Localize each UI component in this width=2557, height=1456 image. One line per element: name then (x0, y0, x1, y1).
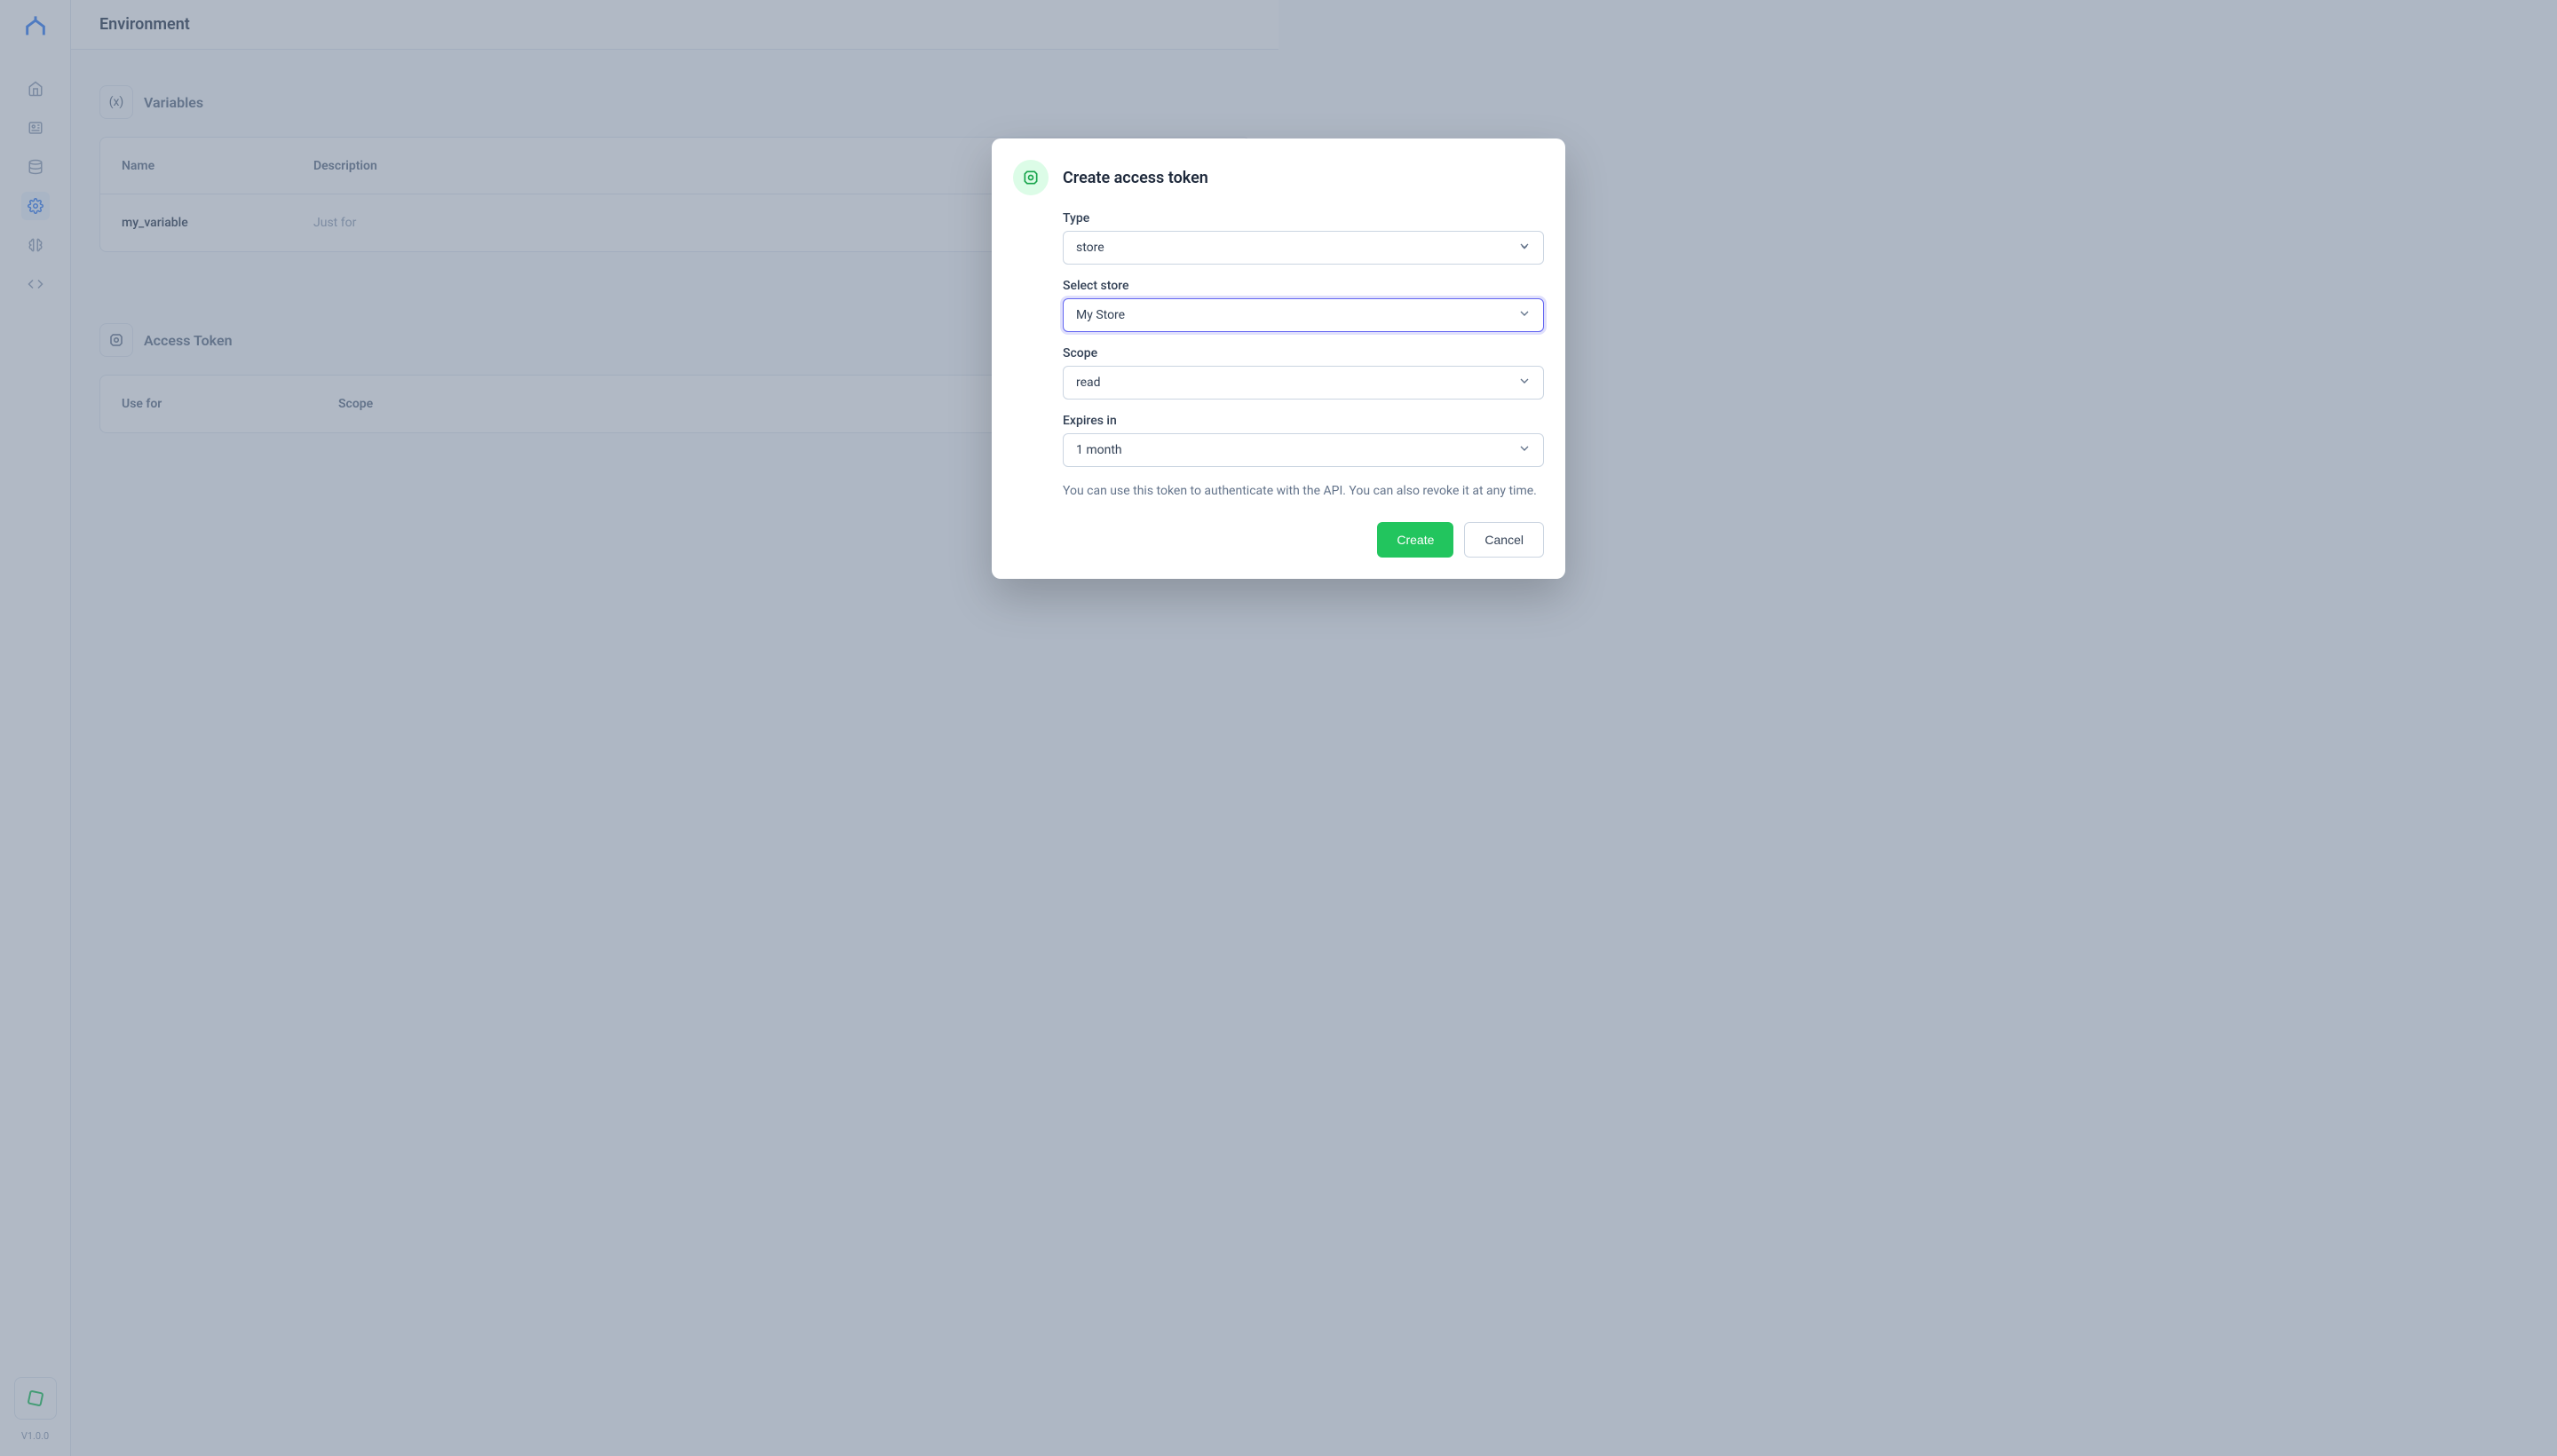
scope-select[interactable]: read (1063, 366, 1544, 400)
modal-title: Create access token (1063, 169, 1208, 187)
scope-label: Scope (1063, 346, 1544, 360)
create-token-modal: Create access token Type store Select st… (992, 138, 1565, 579)
expires-label: Expires in (1063, 414, 1544, 428)
modal-overlay[interactable]: Create access token Type store Select st… (0, 0, 2557, 1456)
modal-cancel-button[interactable]: Cancel (1464, 522, 1544, 558)
modal-header: Create access token (1013, 160, 1544, 195)
help-text: You can use this token to authenticate w… (1063, 481, 1544, 501)
field-expires: Expires in 1 month (1063, 414, 1544, 467)
expires-select[interactable]: 1 month (1063, 433, 1544, 467)
modal-icon-wrap (1013, 160, 1049, 195)
field-scope: Scope read (1063, 346, 1544, 400)
modal-create-button[interactable]: Create (1377, 522, 1453, 558)
store-select[interactable]: My Store (1063, 298, 1544, 332)
type-label: Type (1063, 211, 1544, 226)
field-store: Select store My Store (1063, 279, 1544, 332)
modal-actions: Create Cancel (1013, 522, 1544, 558)
scan-icon (1022, 169, 1040, 186)
field-type: Type store (1063, 211, 1544, 265)
type-select[interactable]: store (1063, 231, 1544, 265)
store-label: Select store (1063, 279, 1544, 293)
